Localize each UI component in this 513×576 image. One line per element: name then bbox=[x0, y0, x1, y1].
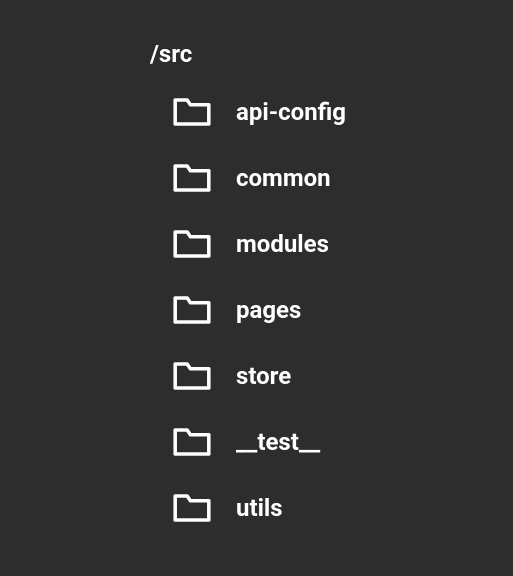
folder-icon bbox=[172, 426, 212, 458]
folder-icon bbox=[172, 294, 212, 326]
folder-label: utils bbox=[236, 494, 283, 522]
folder-label: modules bbox=[236, 230, 329, 258]
folder-label: __test__ bbox=[236, 428, 320, 456]
folder-icon bbox=[172, 492, 212, 524]
folder-label: common bbox=[236, 164, 331, 192]
folder-item-test[interactable]: __test__ bbox=[172, 426, 513, 458]
folder-icon bbox=[172, 228, 212, 260]
folder-item-store[interactable]: store bbox=[172, 360, 513, 392]
folder-item-api-config[interactable]: api-config bbox=[172, 96, 513, 128]
folder-list: api-config common modules pages bbox=[150, 96, 513, 524]
folder-item-modules[interactable]: modules bbox=[172, 228, 513, 260]
folder-item-pages[interactable]: pages bbox=[172, 294, 513, 326]
folder-icon bbox=[172, 162, 212, 194]
folder-icon bbox=[172, 96, 212, 128]
folder-label: pages bbox=[236, 296, 301, 324]
folder-label: store bbox=[236, 362, 291, 390]
folder-label: api-config bbox=[236, 98, 346, 126]
folder-icon bbox=[172, 360, 212, 392]
root-directory-label: /src bbox=[150, 40, 513, 68]
folder-item-utils[interactable]: utils bbox=[172, 492, 513, 524]
folder-item-common[interactable]: common bbox=[172, 162, 513, 194]
